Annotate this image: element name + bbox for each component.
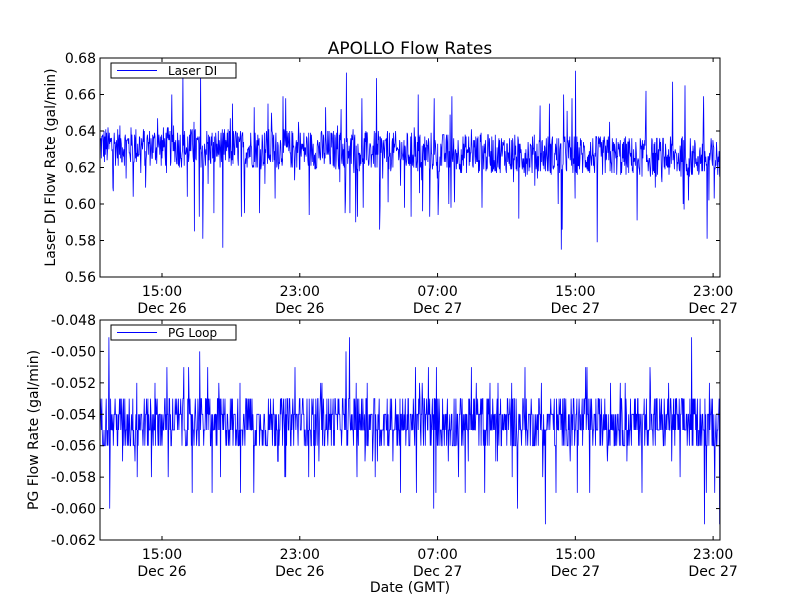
x-tick-time: 15:00 [142, 547, 182, 563]
x-tick-time: 07:00 [417, 547, 457, 563]
y-tick-label: -0.052 [51, 376, 96, 392]
x-tick-date: Dec 27 [551, 564, 600, 580]
x-tick-time: 15:00 [142, 284, 182, 300]
x-tick-date: Dec 27 [688, 301, 737, 317]
x-tick-time: 23:00 [280, 284, 320, 300]
x-tick-time: 23:00 [693, 547, 733, 563]
y-tick-label: -0.058 [51, 470, 96, 486]
y-tick-label: 0.64 [65, 124, 96, 140]
y-tick-label: -0.062 [51, 533, 96, 549]
y-tick-label: -0.050 [51, 344, 96, 360]
x-tick-date: Dec 26 [137, 564, 186, 580]
legend-label: PG Loop [168, 326, 217, 340]
x-axis-label: Date (GMT) [370, 580, 450, 596]
x-tick-date: Dec 27 [413, 564, 462, 580]
y-tick-label: 0.56 [65, 270, 96, 286]
laser-di-panel: 0.560.580.600.620.640.660.6815:00Dec 262… [43, 51, 738, 317]
x-tick-time: 23:00 [280, 547, 320, 563]
y-tick-label: -0.056 [51, 439, 96, 455]
x-tick-time: 23:00 [693, 284, 733, 300]
x-tick-date: Dec 27 [551, 301, 600, 317]
x-tick-time: 15:00 [555, 547, 595, 563]
y-tick-label: -0.048 [51, 313, 96, 329]
pg-loop-panel: -0.062 -0.060 -0.058 -0.056 -0.054 -0.052 -0.0… [26, 313, 738, 580]
y-tick-label: -0.054 [51, 407, 96, 423]
x-tick-date: Dec 26 [137, 301, 186, 317]
series-line-laser-di [100, 70, 720, 250]
y-tick-label: 0.62 [65, 161, 96, 177]
chart-title: APOLLO Flow Rates [328, 39, 493, 59]
series-line-pg-loop [100, 337, 720, 525]
y-tick-label: -0.060 [51, 502, 96, 518]
y-axis-label: Laser DI Flow Rate (gal/min) [43, 68, 59, 266]
y-axis-label: PG Flow Rate (gal/min) [26, 350, 42, 510]
legend: PG Loop [110, 324, 237, 341]
x-tick-date: Dec 26 [275, 564, 324, 580]
legend: Laser DI [110, 62, 237, 79]
x-tick-time: 07:00 [417, 284, 457, 300]
flow-rates-chart: APOLLO Flow Rates 0.56 0.58 0.60 0.62 0.64 0.… [26, 39, 738, 596]
y-tick-label: 0.66 [65, 88, 96, 104]
x-tick-date: Dec 26 [275, 301, 324, 317]
x-tick-time: 15:00 [555, 284, 595, 300]
x-tick-date: Dec 27 [688, 564, 737, 580]
y-tick-label: 0.58 [65, 234, 96, 250]
y-tick-label: 0.68 [65, 51, 96, 67]
x-tick-date: Dec 27 [413, 301, 462, 317]
y-tick-label: 0.60 [65, 197, 96, 213]
legend-label: Laser DI [168, 64, 217, 78]
